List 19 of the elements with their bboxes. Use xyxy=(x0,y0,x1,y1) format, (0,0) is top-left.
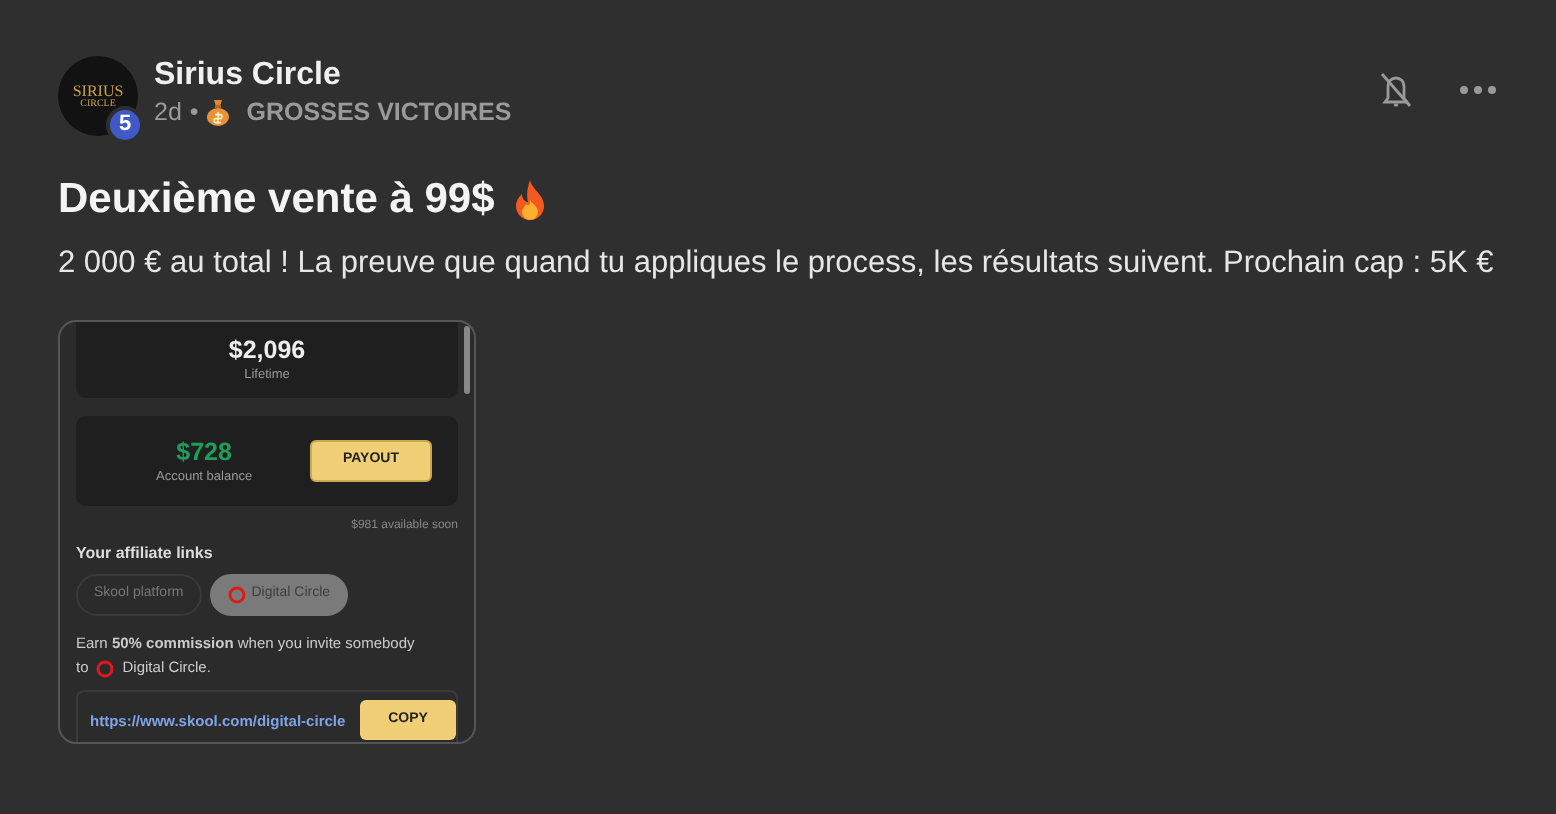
post-time: 2d xyxy=(154,96,182,128)
more-options-button[interactable] xyxy=(1460,86,1496,94)
balance-amount: $728 xyxy=(176,437,232,467)
separator-dot: • xyxy=(189,96,199,128)
affiliate-links-heading: Your affiliate links xyxy=(76,542,215,566)
author-name[interactable]: Sirius Circle xyxy=(154,56,1380,96)
bell-off-icon xyxy=(1380,72,1412,108)
ring-icon xyxy=(227,586,246,604)
scrollbar-thumb xyxy=(464,326,470,394)
category-label[interactable]: GROSSES VICTOIRES xyxy=(246,96,512,128)
ring-icon xyxy=(96,659,115,677)
money-bag-icon xyxy=(206,98,231,126)
post-title: Deuxième vente à 99$ xyxy=(58,174,495,226)
attached-screenshot[interactable] xyxy=(58,320,476,744)
mute-bell-button[interactable] xyxy=(1380,72,1412,108)
post-body: 2 000 € au total ! La preuve que quand tu appliques le process, les résultats suivent. Prochain cap : 5K € xyxy=(58,244,1496,284)
level-badge: 5 xyxy=(106,106,144,144)
lifetime-amount: $2,096 xyxy=(228,336,306,366)
more-icon xyxy=(1460,86,1496,94)
